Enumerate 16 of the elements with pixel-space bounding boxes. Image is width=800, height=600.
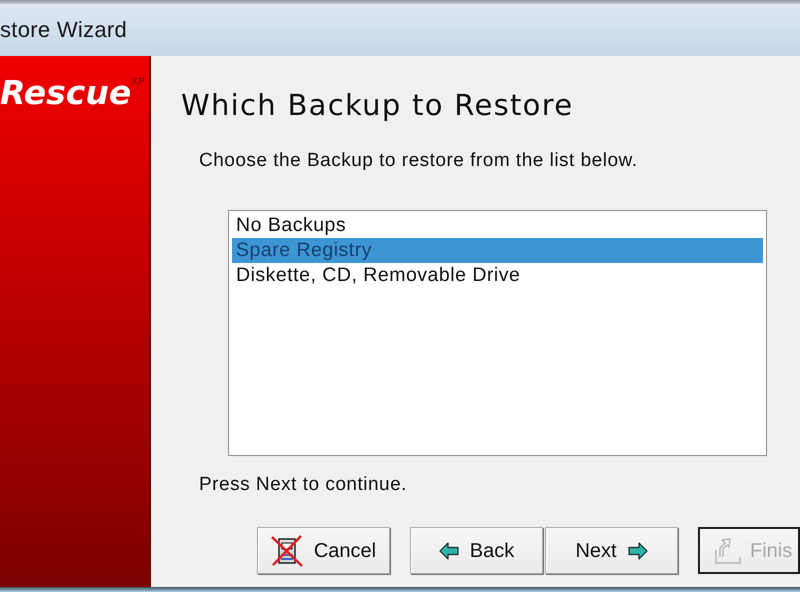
left-arrow-icon <box>438 542 459 560</box>
box-arrow-icon <box>714 536 742 564</box>
next-button[interactable]: Next <box>545 527 678 574</box>
backup-listbox[interactable]: No Backups Spare Registry Diskette, CD, Removable Drive <box>228 210 767 456</box>
crossed-box-icon <box>270 534 303 566</box>
list-item[interactable]: No Backups <box>232 213 763 238</box>
logo-superscript: XP <box>131 77 145 88</box>
cancel-button[interactable]: Cancel <box>257 527 390 574</box>
instruction-text: Choose the Backup to restore from the list below. <box>199 150 638 172</box>
logo-text: Rescue <box>0 72 132 114</box>
back-button[interactable]: Back <box>410 527 543 574</box>
page-heading: Which Backup to Restore <box>181 88 574 122</box>
window-title: store Wizard <box>0 17 128 43</box>
hint-text: Press Next to continue. <box>199 474 408 496</box>
list-item[interactable]: Diskette, CD, Removable Drive <box>232 263 763 288</box>
right-arrow-icon <box>628 542 648 560</box>
